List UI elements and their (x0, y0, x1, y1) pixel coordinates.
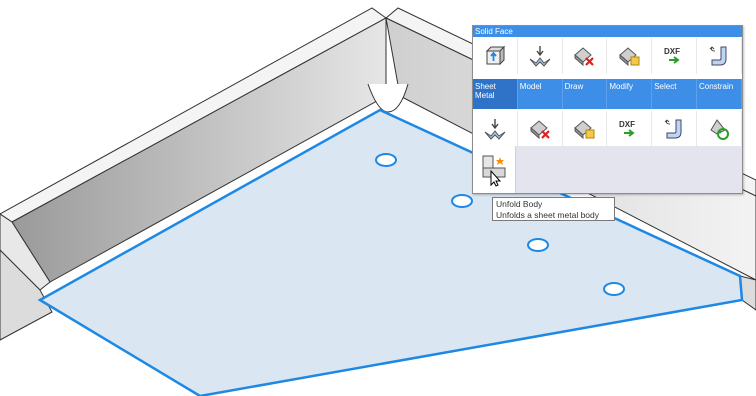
hole[interactable] (451, 194, 473, 208)
extrude-face-icon (485, 45, 506, 66)
tooltip-description: Unfolds a sheet metal body (496, 210, 600, 220)
hole[interactable] (527, 238, 549, 252)
corner-relief (367, 83, 409, 113)
unfold-body-icon (482, 155, 506, 187)
modify-face-icon (574, 120, 595, 140)
fold-down-button[interactable] (473, 111, 518, 147)
tab-select[interactable]: Select (652, 79, 697, 109)
dxf-export-button[interactable]: DXF (652, 38, 697, 74)
unfold-body-button[interactable] (473, 146, 516, 193)
tooltip-title: Unfold Body (496, 199, 543, 209)
dxf-label: DXF (619, 120, 635, 129)
dxf-export-icon: DXF (619, 120, 635, 137)
bend-flange-button[interactable] (697, 38, 742, 74)
bend-flange-button[interactable] (652, 111, 697, 147)
modify-face-icon (619, 47, 640, 67)
hole[interactable] (375, 153, 397, 167)
tab-modify[interactable]: Modify (607, 79, 653, 109)
quad-row-sheet-metal: DXF (473, 111, 742, 147)
quad-tab-bar: Sheet Metal Model Draw Modify Select Con… (473, 79, 742, 109)
quad-header: Solid Face (473, 26, 742, 37)
delete-face-icon (574, 47, 595, 67)
extrude-face-button[interactable] (473, 38, 518, 74)
quad-bottom-area (473, 146, 742, 193)
quad-menu: Solid Face DXF Sheet Metal Model Draw Mo… (472, 25, 743, 194)
fold-down-button[interactable] (518, 38, 563, 74)
tab-constrain[interactable]: Constrain (697, 79, 742, 109)
tab-model[interactable]: Model (518, 79, 563, 109)
dxf-label: DXF (664, 47, 680, 56)
dxf-export-icon: DXF (664, 47, 680, 64)
delete-face-button[interactable] (518, 111, 563, 147)
delete-face-icon (529, 120, 550, 140)
reset-face-button[interactable] (697, 111, 742, 147)
reset-face-icon (710, 119, 729, 140)
bend-flange-icon (664, 119, 682, 139)
fold-down-icon (484, 119, 506, 140)
tooltip: Unfold Body Unfolds a sheet metal body (492, 197, 615, 221)
delete-face-button[interactable] (563, 38, 608, 74)
quad-row-top: DXF (473, 38, 742, 74)
modify-face-button[interactable] (563, 111, 608, 147)
bend-flange-icon (709, 46, 727, 66)
dxf-export-button[interactable]: DXF (607, 111, 653, 147)
hole[interactable] (603, 282, 625, 296)
fold-down-icon (529, 46, 551, 67)
modify-face-button[interactable] (607, 38, 653, 74)
tab-draw[interactable]: Draw (563, 79, 608, 109)
tab-sheet-metal[interactable]: Sheet Metal (473, 79, 518, 109)
